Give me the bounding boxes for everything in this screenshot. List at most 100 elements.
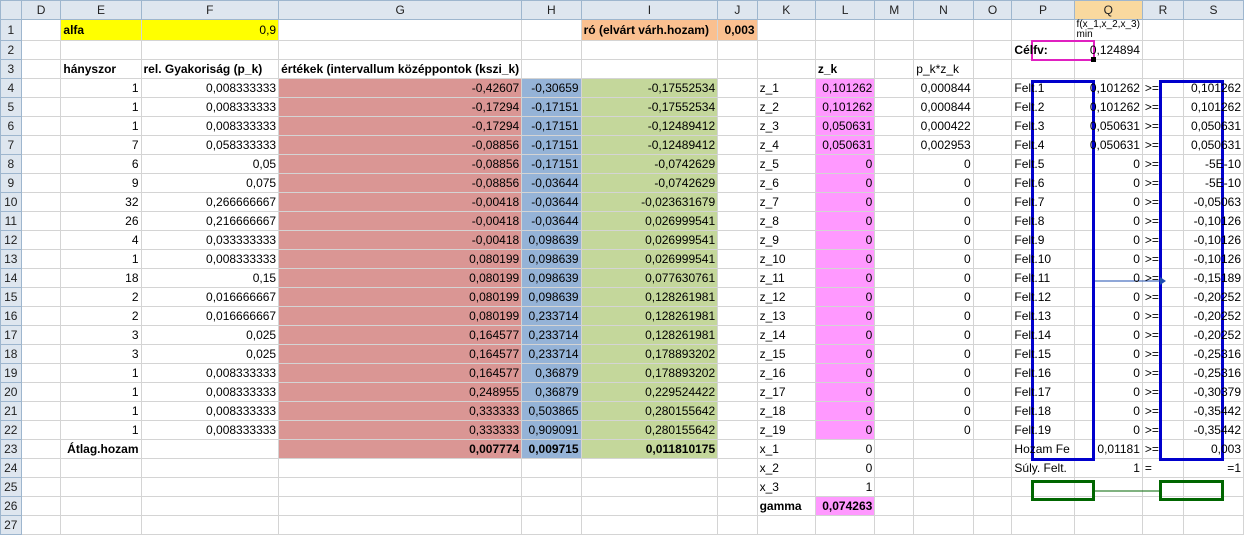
- column-header-n[interactable]: N: [913, 0, 974, 20]
- cell-o2[interactable]: [972, 40, 1013, 60]
- cell-n9[interactable]: 0: [913, 173, 974, 193]
- cell-p22[interactable]: Felt.19: [1011, 420, 1075, 440]
- cell-e2[interactable]: [60, 40, 142, 60]
- column-header-j[interactable]: J: [717, 0, 758, 20]
- cell-q27[interactable]: [1073, 515, 1143, 535]
- row-header-1[interactable]: 1: [0, 19, 22, 41]
- cell-g10[interactable]: -0,00418: [278, 192, 523, 212]
- cell-d26[interactable]: [20, 496, 62, 516]
- cell-h25[interactable]: [521, 477, 582, 497]
- cell-e18[interactable]: 3: [60, 344, 142, 364]
- cell-o20[interactable]: [972, 382, 1013, 402]
- column-header-m[interactable]: M: [874, 0, 915, 20]
- cell-i15[interactable]: 0,128261981: [580, 287, 719, 307]
- cell-d20[interactable]: [20, 382, 62, 402]
- cell-h8[interactable]: -0,17151: [521, 154, 582, 174]
- cell-q19[interactable]: 0: [1073, 363, 1143, 383]
- cell-s11[interactable]: -0,10126: [1182, 211, 1244, 231]
- cell-h21[interactable]: 0,503865: [521, 401, 582, 421]
- cell-j21[interactable]: [717, 401, 758, 421]
- cell-q10[interactable]: 0: [1073, 192, 1143, 212]
- cell-s12[interactable]: -0,10126: [1182, 230, 1244, 250]
- cell-h24[interactable]: [521, 458, 582, 478]
- cell-q14[interactable]: 0: [1073, 268, 1143, 288]
- cell-e15[interactable]: 2: [60, 287, 142, 307]
- cell-g26[interactable]: [278, 496, 523, 516]
- cell-f22[interactable]: 0,008333333: [140, 420, 280, 440]
- cell-p19[interactable]: Felt.16: [1011, 363, 1075, 383]
- cell-o18[interactable]: [972, 344, 1013, 364]
- cell-o17[interactable]: [972, 325, 1013, 345]
- cell-r13[interactable]: >=: [1141, 249, 1184, 269]
- cell-d5[interactable]: [20, 97, 62, 117]
- cell-p2[interactable]: Célfv:: [1011, 40, 1075, 60]
- cell-p20[interactable]: Felt.17: [1011, 382, 1075, 402]
- cell-o1[interactable]: [972, 19, 1013, 41]
- cell-f6[interactable]: 0,008333333: [140, 116, 280, 136]
- cell-s16[interactable]: -0,20252: [1182, 306, 1244, 326]
- row-header-25[interactable]: 25: [0, 477, 22, 497]
- cell-g25[interactable]: [278, 477, 523, 497]
- cell-i17[interactable]: 0,128261981: [580, 325, 719, 345]
- cell-o21[interactable]: [972, 401, 1013, 421]
- cell-o14[interactable]: [972, 268, 1013, 288]
- cell-f9[interactable]: 0,075: [140, 173, 280, 193]
- cell-f21[interactable]: 0,008333333: [140, 401, 280, 421]
- cell-f26[interactable]: [140, 496, 280, 516]
- cell-n25[interactable]: [913, 477, 974, 497]
- cell-q15[interactable]: 0: [1073, 287, 1143, 307]
- cell-h5[interactable]: -0,17151: [521, 97, 582, 117]
- cell-s26[interactable]: [1182, 496, 1244, 516]
- cell-i5[interactable]: -0,17552534: [580, 97, 719, 117]
- cell-g16[interactable]: 0,080199: [278, 306, 523, 326]
- cell-s23[interactable]: 0,003: [1182, 439, 1244, 459]
- cell-g23[interactable]: 0,007774: [278, 439, 523, 459]
- row-header-6[interactable]: 6: [0, 116, 22, 136]
- cell-m5[interactable]: [874, 97, 915, 117]
- cell-n10[interactable]: 0: [913, 192, 974, 212]
- cell-j10[interactable]: [717, 192, 758, 212]
- cell-i2[interactable]: [580, 40, 719, 60]
- cell-l10[interactable]: 0: [814, 192, 876, 212]
- cell-q25[interactable]: [1073, 477, 1143, 497]
- cell-n18[interactable]: 0: [913, 344, 974, 364]
- cell-m16[interactable]: [874, 306, 915, 326]
- cell-r20[interactable]: >=: [1141, 382, 1184, 402]
- cell-m19[interactable]: [874, 363, 915, 383]
- cell-e25[interactable]: [60, 477, 142, 497]
- select-all-corner[interactable]: [0, 0, 22, 20]
- cell-s8[interactable]: -5E-10: [1182, 154, 1244, 174]
- cell-l11[interactable]: 0: [814, 211, 876, 231]
- cell-p6[interactable]: Felt.3: [1011, 116, 1075, 136]
- cell-f17[interactable]: 0,025: [140, 325, 280, 345]
- cell-j9[interactable]: [717, 173, 758, 193]
- cell-l23[interactable]: 0: [814, 439, 876, 459]
- cell-p10[interactable]: Felt.7: [1011, 192, 1075, 212]
- cell-r6[interactable]: >=: [1141, 116, 1184, 136]
- cell-l17[interactable]: 0: [814, 325, 876, 345]
- cell-o6[interactable]: [972, 116, 1013, 136]
- cell-n3[interactable]: p_k*z_k: [913, 59, 974, 79]
- cell-l12[interactable]: 0: [814, 230, 876, 250]
- cell-i21[interactable]: 0,280155642: [580, 401, 719, 421]
- cell-e9[interactable]: 9: [60, 173, 142, 193]
- cell-h27[interactable]: [521, 515, 582, 535]
- cell-f20[interactable]: 0,008333333: [140, 382, 280, 402]
- cell-s14[interactable]: -0,15189: [1182, 268, 1244, 288]
- cell-d22[interactable]: [20, 420, 62, 440]
- cell-l24[interactable]: 0: [814, 458, 876, 478]
- cell-p7[interactable]: Felt.4: [1011, 135, 1075, 155]
- cell-g4[interactable]: -0,42607: [278, 78, 523, 98]
- cell-f15[interactable]: 0,016666667: [140, 287, 280, 307]
- cell-q8[interactable]: 0: [1073, 154, 1143, 174]
- column-header-k[interactable]: K: [756, 0, 816, 20]
- cell-l6[interactable]: 0,050631: [814, 116, 876, 136]
- cell-g21[interactable]: 0,333333: [278, 401, 523, 421]
- cell-h1[interactable]: [521, 19, 582, 41]
- row-header-19[interactable]: 19: [0, 363, 22, 383]
- cell-m9[interactable]: [874, 173, 915, 193]
- cell-m10[interactable]: [874, 192, 915, 212]
- cell-g27[interactable]: [278, 515, 523, 535]
- cell-k11[interactable]: z_8: [756, 211, 816, 231]
- cell-q21[interactable]: 0: [1073, 401, 1143, 421]
